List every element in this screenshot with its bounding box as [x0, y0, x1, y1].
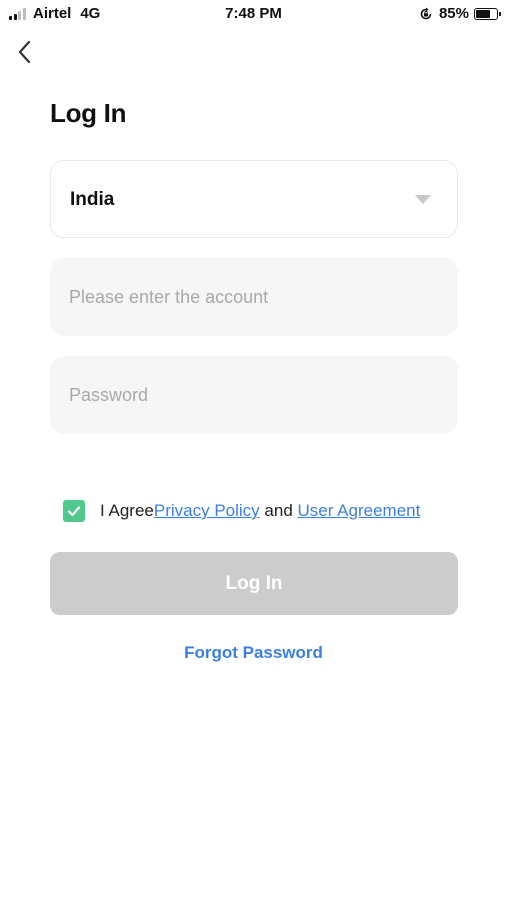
battery-percent: 85% — [438, 5, 469, 22]
agreement-checkbox[interactable] — [63, 500, 85, 522]
password-field-container — [50, 356, 458, 434]
login-button[interactable]: Log In — [50, 552, 458, 615]
battery-icon — [474, 7, 501, 20]
agreement-row: I Agree Privacy Policy and User Agreemen… — [63, 500, 420, 522]
privacy-policy-link[interactable]: Privacy Policy — [154, 501, 260, 521]
agreement-prefix: I Agree — [100, 501, 154, 520]
chevron-left-icon — [18, 40, 31, 64]
password-input[interactable] — [50, 356, 458, 434]
page-title: Log In — [50, 98, 127, 128]
forgot-password-link[interactable]: Forgot Password — [0, 643, 507, 663]
user-agreement-link[interactable]: User Agreement — [298, 501, 421, 521]
back-button[interactable] — [12, 38, 40, 66]
account-input[interactable] — [50, 258, 458, 336]
country-selector[interactable]: India — [50, 160, 458, 238]
status-bar: Airtel 4G 7:48 PM 85% — [0, 0, 507, 28]
checkmark-icon — [67, 506, 81, 517]
chevron-down-icon — [415, 195, 431, 204]
agreement-joiner: and — [259, 501, 298, 520]
rotation-lock-icon — [420, 7, 432, 19]
status-right: 85% — [419, 5, 501, 22]
account-field-container — [50, 258, 458, 336]
country-value: India — [70, 189, 115, 210]
